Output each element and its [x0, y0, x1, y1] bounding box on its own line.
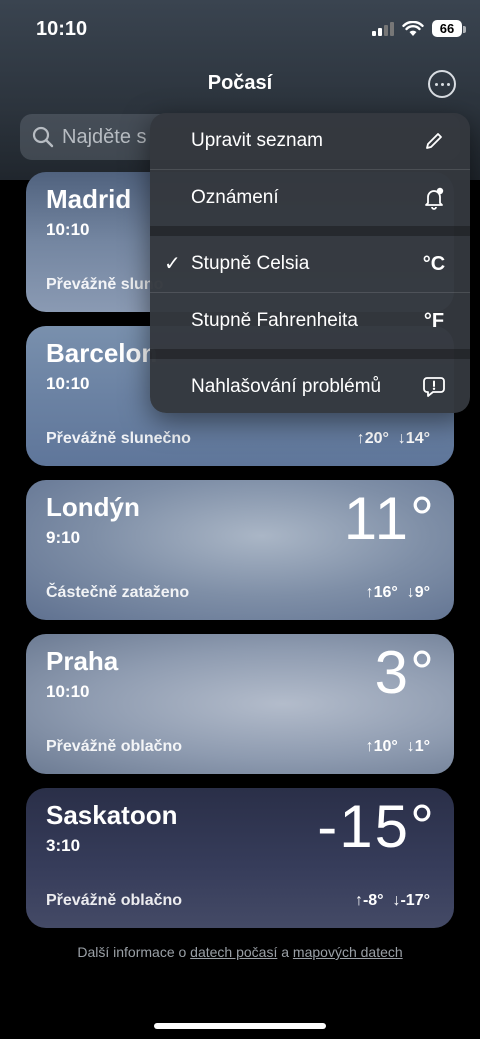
current-temp: 11°	[343, 485, 436, 552]
celsius-icon: °C	[422, 252, 446, 275]
city-time: 3:10	[46, 836, 81, 855]
current-temp: 3°	[374, 639, 436, 706]
city-time: 10:10	[46, 682, 90, 701]
city-name: Saskatoon	[46, 800, 178, 830]
menu-item-celsius[interactable]: ✓ Stupně Celsia °C	[150, 236, 470, 292]
report-bubble-icon	[420, 373, 448, 401]
city-card-saskatoon[interactable]: Saskatoon 3:10 -15° Převážně oblačno ↑-8…	[26, 788, 454, 928]
hi-lo-temps: ↑-8° ↓-17°	[354, 892, 430, 909]
page-title: Počasí	[207, 72, 273, 94]
hi-lo-temps: ↑10° ↓1°	[365, 738, 430, 755]
city-name: Londýn	[46, 492, 140, 522]
current-temp: -15°	[317, 793, 436, 860]
more-options-icon[interactable]	[428, 70, 456, 98]
home-indicator[interactable]	[154, 1023, 326, 1029]
options-menu: Upravit seznam Oznámení ✓ Stupně Celsia …	[150, 113, 470, 413]
city-name: Praha	[46, 646, 119, 676]
bell-badge-icon	[420, 184, 448, 212]
battery-indicator: 66	[432, 20, 466, 37]
menu-item-report-issue[interactable]: Nahlašování problémů	[150, 359, 470, 413]
status-time: 10:10	[36, 18, 88, 40]
menu-item-notifications[interactable]: Oznámení	[150, 170, 470, 226]
city-condition: Převážně oblačno	[46, 892, 183, 909]
city-condition: Převážně slunečno	[46, 430, 191, 447]
menu-item-fahrenheit[interactable]: Stupně Fahrenheita °F	[150, 293, 470, 349]
city-card-london[interactable]: Londýn 9:10 11° Částečně zataženo ↑16° ↓…	[26, 480, 454, 620]
city-time: 10:10	[46, 220, 90, 239]
city-name: Barcelon	[46, 338, 158, 368]
wifi-icon	[402, 20, 424, 36]
status-bar: 10:10 66	[36, 18, 466, 42]
search-placeholder: Najděte s	[62, 125, 147, 148]
city-time: 10:10	[46, 374, 90, 393]
pencil-icon	[420, 127, 448, 155]
map-data-link[interactable]: mapových datech	[293, 944, 403, 960]
city-time: 9:10	[46, 528, 81, 547]
hi-lo-temps: ↑16° ↓9°	[365, 584, 430, 601]
city-condition: Částečně zataženo	[46, 584, 190, 601]
search-icon	[32, 126, 54, 148]
signal-icon	[372, 21, 394, 36]
city-condition: Převážně sluno	[46, 276, 164, 293]
fahrenheit-icon: °F	[423, 309, 445, 332]
checkmark-icon: ✓	[164, 253, 181, 275]
city-name: Madrid	[46, 184, 132, 214]
city-card-praha[interactable]: Praha 10:10 3° Převážně oblačno ↑10° ↓1°	[26, 634, 454, 774]
hi-lo-temps: ↑20° ↓14°	[356, 430, 430, 447]
city-condition: Převážně oblačno	[46, 738, 183, 755]
weather-data-link[interactable]: datech počasí	[190, 944, 277, 960]
footer-text: Další informace o datech počasí a mapový…	[77, 944, 403, 960]
menu-item-edit-list[interactable]: Upravit seznam	[150, 113, 470, 169]
